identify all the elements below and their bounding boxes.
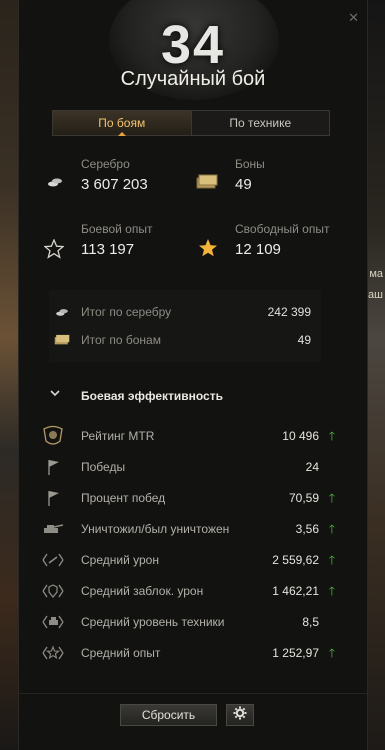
battle-count: 34: [160, 15, 226, 75]
tab-by-vehicles[interactable]: По технике: [192, 111, 330, 135]
stat-row: Рейтинг MTR 10 496 🡑: [41, 424, 341, 448]
silver-value: 3 607 203: [81, 176, 148, 193]
reset-button[interactable]: Сбросить: [120, 704, 217, 726]
blocked-damage-icon: [41, 580, 65, 602]
totals-block: Итог по серебру 242 399 Итог по бонам 49: [49, 290, 321, 362]
total-value: 49: [297, 333, 311, 347]
damage-icon: [41, 549, 65, 571]
silver-icon: [53, 303, 71, 321]
efficiency-title: Боевая эффективность: [81, 389, 223, 403]
trend-up-icon: 🡑: [328, 646, 335, 660]
bonds-value: 49: [235, 176, 252, 193]
bonds-label: Боны: [235, 157, 265, 171]
rating-badge-icon: [41, 425, 65, 447]
battle-xp-label: Боевой опыт: [81, 222, 153, 236]
stat-row: Средний уровень техники 8,5: [41, 610, 341, 634]
bonds-icon: [195, 172, 219, 192]
stat-label: Уничтожил/был уничтожен: [81, 522, 230, 536]
trend-up-icon: 🡑: [328, 429, 335, 443]
stat-row: Средний опыт 1 252,97 🡑: [41, 641, 341, 665]
trend-up-icon: 🡑: [328, 553, 335, 567]
total-row-bonds: Итог по бонам 49: [49, 328, 321, 352]
total-row-silver: Итог по серебру 242 399: [49, 300, 321, 324]
stat-value: 10 496: [282, 429, 319, 443]
stat-row: Средний урон 2 559,62 🡑: [41, 548, 341, 572]
free-xp-label: Свободный опыт: [235, 222, 330, 236]
gear-icon: [233, 706, 247, 725]
trend-up-icon: 🡑: [328, 522, 335, 536]
flag-icon: [41, 456, 65, 478]
chevron-down-icon: [49, 387, 61, 402]
settings-button[interactable]: [226, 704, 254, 726]
tab-by-battles[interactable]: По боям: [53, 111, 192, 136]
trend-up-icon: 🡑: [328, 491, 335, 505]
stat-value: 24: [305, 460, 319, 474]
stat-value: 3,56: [295, 522, 319, 536]
stat-row: Средний заблок. урон 1 462,21 🡑: [41, 579, 341, 603]
stat-value: 70,59: [288, 491, 319, 505]
battle-xp-value: 113 197: [81, 241, 135, 258]
stat-label: Процент побед: [81, 491, 166, 505]
flag-icon: [41, 487, 65, 509]
stat-row: Уничтожил/был уничтожен 3,56 🡑: [41, 517, 341, 541]
silver-label: Серебро: [81, 157, 130, 171]
tab-bar: По боям По технике: [52, 110, 330, 136]
silver-icon: [45, 174, 65, 190]
xp-icon: [41, 642, 65, 664]
stat-value: 1 252,97: [272, 646, 319, 660]
stat-value: 1 462,21: [272, 584, 319, 598]
background-text-fragment: ма: [369, 268, 383, 280]
stat-label: Рейтинг MTR: [81, 429, 155, 443]
xp-star-outline-icon: [43, 238, 65, 260]
stat-row: Процент побед 70,59 🡑: [41, 486, 341, 510]
total-value: 242 399: [267, 305, 311, 319]
destroyed-ratio-icon: [41, 518, 65, 540]
stat-label: Средний заблок. урон: [81, 584, 204, 598]
stat-value: 2 559,62: [272, 553, 319, 567]
efficiency-section-toggle[interactable]: Боевая эффективность: [49, 387, 329, 407]
trend-up-icon: 🡑: [328, 584, 335, 598]
stat-label: Средний опыт: [81, 646, 161, 660]
stat-label: Победы: [81, 460, 126, 474]
total-label: Итог по серебру: [81, 305, 172, 319]
total-label: Итог по бонам: [81, 333, 161, 347]
free-xp-value: 12 109: [235, 241, 281, 258]
stat-label: Средний урон: [81, 553, 159, 567]
session-stats-panel: ✕ 34 Случайный бой По боям По технике Се…: [18, 0, 368, 750]
stat-value: 8,5: [302, 615, 319, 629]
page-title: Случайный бой: [120, 68, 266, 90]
tier-icon: [41, 611, 65, 633]
panel-footer: Сбросить: [19, 693, 367, 750]
free-xp-star-icon: [197, 237, 219, 259]
stat-label: Средний уровень техники: [81, 615, 225, 629]
stat-row: Победы 24: [41, 455, 341, 479]
bonds-icon: [53, 331, 71, 349]
